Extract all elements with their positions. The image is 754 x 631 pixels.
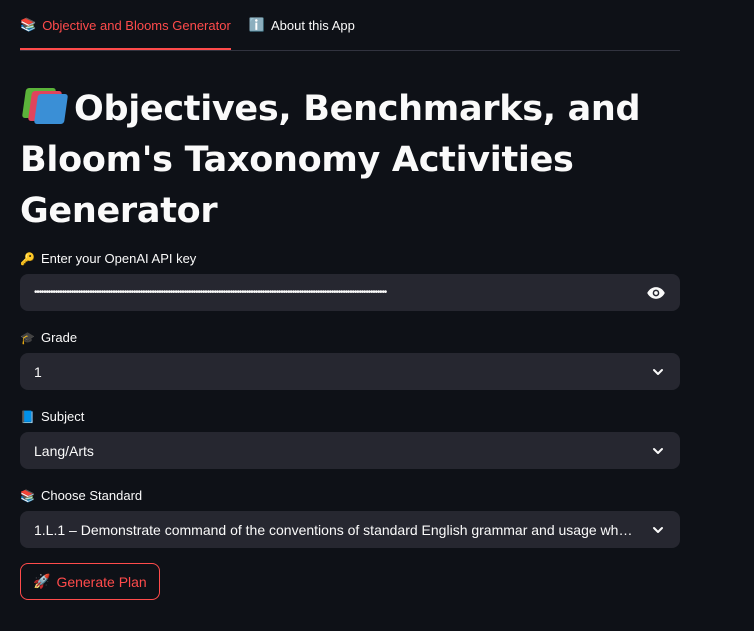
api-key-masked-value: ••••••••••••••••••••••••••••••••••••••••… [34,287,387,298]
rocket-icon: 🚀 [33,573,51,589]
books-icon: 📚 [20,17,37,32]
grade-select[interactable]: 1 [20,353,680,390]
page-title: Objectives, Benchmarks, and Bloom's Taxo… [20,84,680,237]
books-icon: 📚 [20,488,35,503]
api-key-input[interactable]: ••••••••••••••••••••••••••••••••••••••••… [20,274,680,311]
tab-label: Objective and Blooms Generator [42,17,231,33]
eye-icon[interactable] [646,283,666,303]
api-key-label: 🔑 Enter your OpenAI API key [20,251,196,266]
key-icon: 🔑 [20,251,35,266]
page-title-text: Objectives, Benchmarks, and Bloom's Taxo… [20,89,641,231]
info-icon: ℹ️ [248,17,265,32]
books-icon [20,88,69,124]
standard-label: 📚 Choose Standard [20,488,142,503]
standard-label-text: Choose Standard [40,488,143,503]
tab-bar: 📚 Objective and Blooms Generator ℹ️ Abou… [20,0,680,51]
grade-selected-value: 1 [34,363,42,380]
subject-select[interactable]: Lang/Arts [20,432,680,469]
tab-objective-generator[interactable]: 📚 Objective and Blooms Generator [20,2,231,50]
app-root: 📚 Objective and Blooms Generator ℹ️ Abou… [0,0,754,631]
chevron-down-icon [653,447,663,454]
grade-label-text: Grade [40,330,78,345]
tab-label: About this App [270,17,355,33]
subject-label: 📘 Subject [20,409,84,424]
generate-plan-label: Generate Plan [56,573,147,590]
chevron-down-icon [653,368,663,375]
standard-selected-value: 1.L.1 – Demonstrate command of the conve… [34,521,640,538]
chevron-down-icon [653,526,663,533]
graduation-cap-icon: 🎓 [20,330,35,345]
blue-book-icon: 📘 [20,409,35,424]
api-key-label-text: Enter your OpenAI API key [40,251,197,266]
grade-label: 🎓 Grade [20,330,77,345]
standard-select[interactable]: 1.L.1 – Demonstrate command of the conve… [20,511,680,548]
subject-selected-value: Lang/Arts [34,442,94,459]
tab-about[interactable]: ℹ️ About this App [249,2,355,50]
generate-plan-button[interactable]: 🚀 Generate Plan [20,563,160,600]
subject-label-text: Subject [40,409,85,424]
